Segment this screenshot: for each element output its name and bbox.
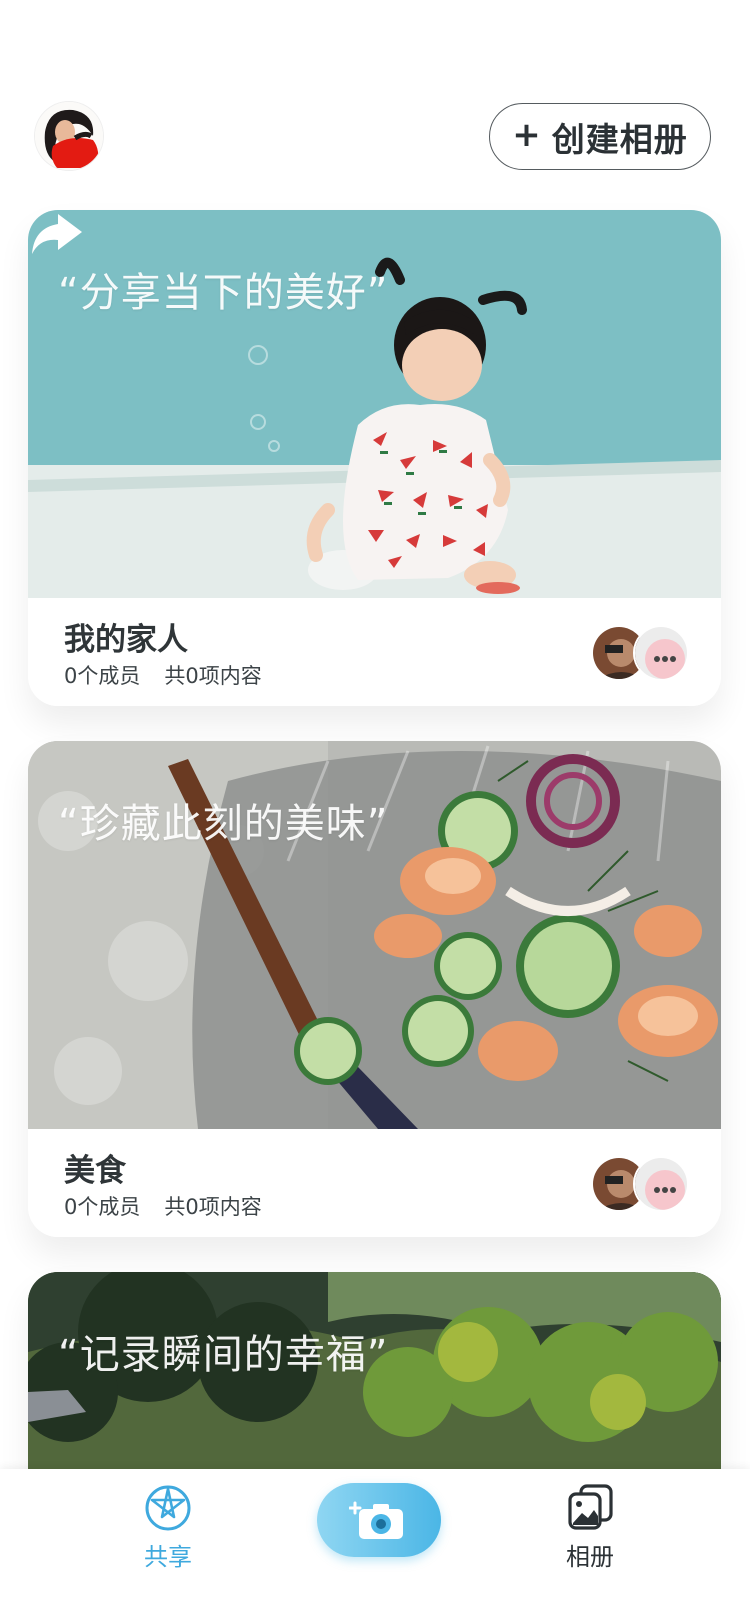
album-members-avatars[interactable] xyxy=(591,625,691,681)
album-members-avatars[interactable] xyxy=(591,1156,691,1212)
album-card-family[interactable]: “分享当下的美好” 我的家人 0个成员 共0项内容 xyxy=(28,210,721,706)
member-avatar-more xyxy=(633,625,689,681)
album-info-family: 我的家人 0个成员 共0项内容 xyxy=(28,598,721,706)
album-info-food: 美食 0个成员 共0项内容 xyxy=(28,1129,721,1237)
album-title: 我的家人 xyxy=(64,622,188,658)
album-card-food[interactable]: “珍藏此刻的美味” 美食 0个成员 共0项内容 xyxy=(28,741,721,1237)
album-title: 美食 xyxy=(64,1153,126,1189)
avatar-image xyxy=(35,102,103,170)
album-cover-food: “珍藏此刻的美味” xyxy=(28,741,721,1129)
album-meta: 0个成员 共0项内容 xyxy=(64,1191,262,1221)
tab-album-label: 相册 xyxy=(566,1543,614,1571)
tab-share-label: 共享 xyxy=(144,1543,192,1571)
album-item-count: 共0项内容 xyxy=(164,1195,262,1219)
share-arrow-icon[interactable] xyxy=(28,210,84,258)
album-quote: “分享当下的美好” xyxy=(58,270,389,316)
user-avatar[interactable] xyxy=(35,102,103,170)
album-member-count: 0个成员 xyxy=(64,1195,141,1219)
tab-share[interactable]: 共享 xyxy=(108,1483,228,1583)
member-avatar-more xyxy=(633,1156,689,1212)
album-quote: “记录瞬间的幸福” xyxy=(58,1332,389,1378)
camera-add-button[interactable] xyxy=(317,1483,441,1557)
camera-add-icon xyxy=(349,1501,403,1539)
album-home-screen: + 创建相册 “分享当下的美好” 我的家人 0个成员 共0项内容 “珍藏此刻的美… xyxy=(0,0,750,1624)
album-meta: 0个成员 共0项内容 xyxy=(64,660,262,690)
share-globe-icon xyxy=(145,1485,191,1531)
album-member-count: 0个成员 xyxy=(64,664,141,688)
album-quote: “珍藏此刻的美味” xyxy=(58,801,389,847)
create-album-button[interactable]: + 创建相册 xyxy=(489,103,711,170)
tab-album[interactable]: 相册 xyxy=(530,1483,650,1583)
plus-icon: + xyxy=(512,115,542,155)
bottom-tab-bar: 共享 相册 xyxy=(0,1469,750,1624)
album-item-count: 共0项内容 xyxy=(164,664,262,688)
album-photos-icon xyxy=(568,1484,613,1530)
album-cover-family: “分享当下的美好” xyxy=(28,210,721,598)
create-album-label: 创建相册 xyxy=(551,119,688,159)
